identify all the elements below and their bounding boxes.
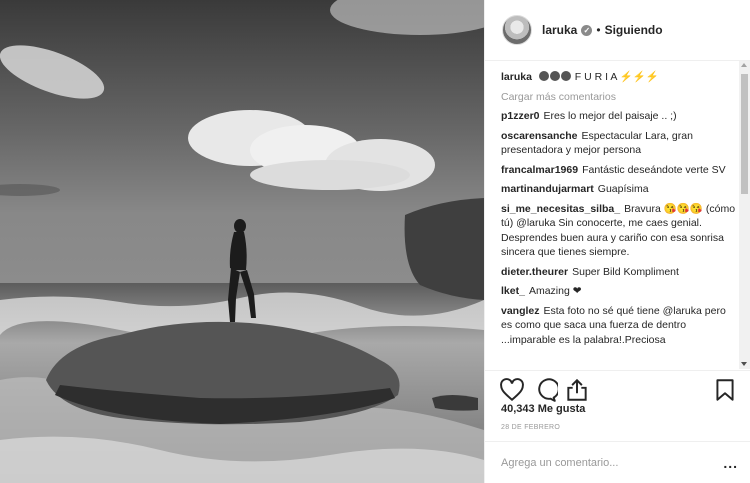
likes-count[interactable]: 40,343 Me gusta	[501, 403, 585, 415]
instagram-post-modal: laruka ✓ • Siguiendo laruka F U R I A ⚡⚡…	[0, 0, 750, 483]
comment-user[interactable]: martinandujarmart	[501, 183, 594, 195]
comment-user[interactable]: francalmar1969	[501, 164, 578, 176]
post-sidebar: laruka ✓ • Siguiendo laruka F U R I A ⚡⚡…	[484, 0, 750, 483]
following-button[interactable]: Siguiendo	[605, 23, 663, 37]
add-comment-bar: Agrega un comentario... ...	[485, 441, 750, 483]
dark-circle-emoji-icon	[560, 71, 571, 81]
comment-user[interactable]: lket_	[501, 285, 525, 297]
list-item: francalmar1969 Fantástic deseándote verte…	[485, 163, 750, 178]
post-photo[interactable]	[0, 0, 484, 483]
load-more-comments-link[interactable]: Cargar más comentarios	[485, 90, 750, 105]
beach-rock-photo	[0, 0, 484, 483]
comment-text: Super Bild Kompliment	[572, 265, 679, 278]
list-item: si_me_necesitas_silba_ Bravura 😘😘😘 (cómo …	[485, 202, 750, 260]
comment-user[interactable]: vanglez	[501, 305, 540, 317]
comments-scrollbar[interactable]	[739, 61, 750, 369]
comment-text: Fantástic deseándote verte SV	[582, 163, 726, 176]
header-separator: •	[596, 23, 601, 37]
comments-list[interactable]: laruka F U R I A ⚡⚡⚡ Cargar más comentar…	[485, 61, 750, 369]
author-username[interactable]: laruka	[542, 23, 577, 37]
comment-icon[interactable]	[532, 377, 558, 403]
post-caption: laruka F U R I A ⚡⚡⚡	[485, 70, 750, 85]
comment-user[interactable]: oscarensanche	[501, 130, 577, 142]
more-options-icon[interactable]: ...	[723, 455, 738, 471]
list-item: vanglez Esta foto no sé qué tiene @laruka…	[485, 304, 750, 348]
comment-input[interactable]: Agrega un comentario...	[501, 457, 618, 469]
scroll-up-arrow-icon[interactable]	[741, 63, 747, 67]
scrollbar-thumb[interactable]	[741, 74, 748, 194]
comment-user[interactable]: p1zzer0	[501, 110, 540, 122]
dark-circle-emoji-icon	[538, 71, 549, 81]
list-item: dieter.theurer Super Bild Kompliment	[485, 265, 750, 280]
comment-text: Guapísima	[597, 183, 649, 195]
scroll-down-arrow-icon[interactable]	[741, 362, 747, 366]
caption-username[interactable]: laruka	[501, 71, 532, 83]
comment-user[interactable]: dieter.theurer	[501, 266, 568, 278]
avatar[interactable]	[502, 15, 532, 45]
list-item: p1zzer0 Eres lo mejor del paisaje .. ;)	[485, 109, 750, 124]
bookmark-icon[interactable]	[712, 377, 738, 403]
share-icon[interactable]	[564, 377, 590, 403]
post-header: laruka ✓ • Siguiendo	[485, 0, 750, 61]
comment-user[interactable]: si_me_necesitas_silba_	[501, 203, 620, 215]
post-date: 28 DE FEBRERO	[501, 424, 561, 431]
verified-badge-icon: ✓	[581, 24, 593, 36]
list-item: martinandujarmart Guapísima	[485, 182, 750, 197]
comment-text: Amazing ❤	[528, 285, 582, 297]
list-item: lket_ Amazing ❤	[485, 284, 750, 299]
heart-icon[interactable]	[499, 377, 525, 403]
list-item: oscarensanche Espectacular Lara, gran pre…	[485, 129, 750, 158]
caption-text: F U R I A	[574, 71, 617, 83]
comment-text: Eres lo mejor del paisaje .. ;)	[543, 110, 677, 122]
dark-circle-emoji-icon	[549, 71, 560, 81]
lightning-emoji-icon: ⚡⚡⚡	[619, 71, 659, 83]
